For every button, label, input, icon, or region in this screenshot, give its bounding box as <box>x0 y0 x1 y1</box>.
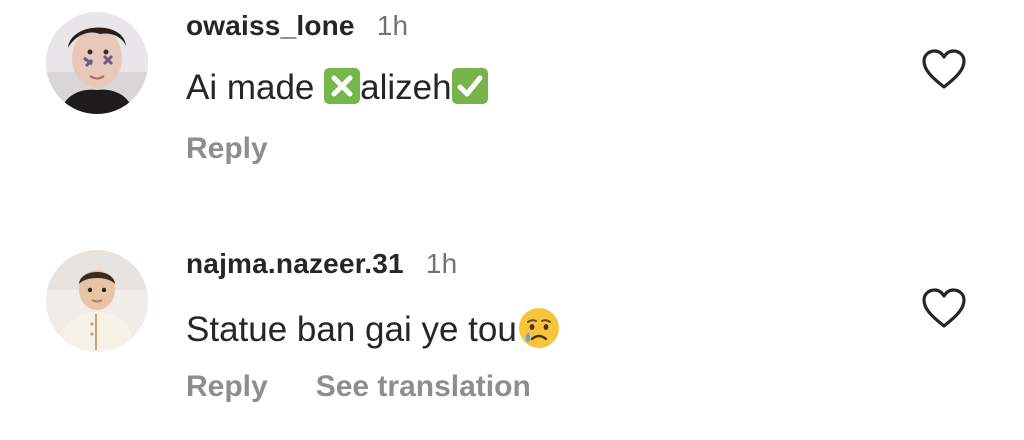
heart-outline-icon[interactable] <box>920 286 968 330</box>
username-text[interactable]: owaiss_lone <box>186 10 355 41</box>
comment-username[interactable]: najma.nazeer.31 1h <box>186 248 457 280</box>
avatar[interactable] <box>46 250 148 352</box>
reply-button[interactable]: Reply <box>186 132 268 165</box>
heart-outline-icon[interactable] <box>920 47 968 91</box>
comment-actions: Reply See translation <box>186 370 531 404</box>
comment-timestamp: 1h <box>376 10 409 41</box>
comment-username[interactable]: owaiss_lone 1h <box>186 10 408 42</box>
comment-item: najma.nazeer.31 1h Statue ban gai ye tou … <box>0 220 1024 440</box>
avatar[interactable] <box>46 12 148 114</box>
username-text[interactable]: najma.nazeer.31 <box>186 248 404 279</box>
reply-button[interactable]: Reply <box>186 370 268 403</box>
crying-face-emoji <box>517 306 561 350</box>
comment-text: Statue ban gai ye tou <box>186 306 561 350</box>
comment-text: Ai made alizeh <box>186 68 488 108</box>
check-mark-button-emoji <box>451 68 488 104</box>
comment-text-part: Ai made <box>186 68 325 107</box>
cross-mark-button-emoji <box>324 68 361 104</box>
comment-text-part: Statue ban gai ye tou <box>186 310 517 349</box>
comment-timestamp: 1h <box>425 248 458 279</box>
see-translation-button[interactable]: See translation <box>316 370 531 403</box>
comment-text-part: alizeh <box>360 68 452 107</box>
comment-actions: Reply <box>186 132 268 166</box>
comment-item: owaiss_lone 1h Ai made alizeh Reply <box>0 0 1024 200</box>
